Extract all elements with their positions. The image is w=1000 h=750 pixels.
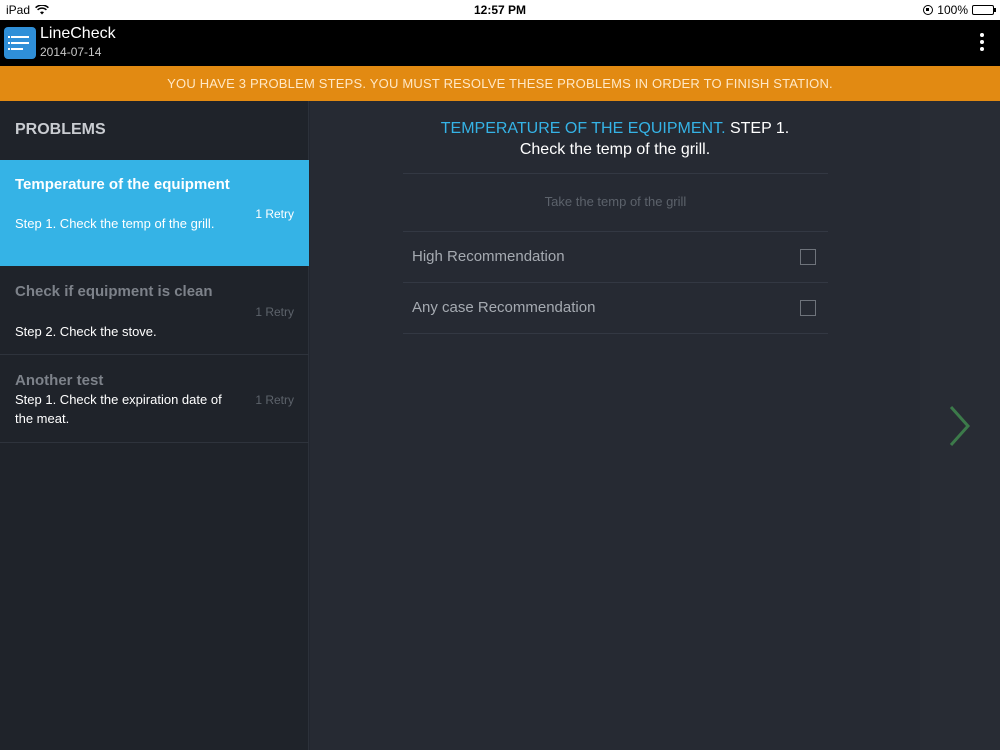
problem-subtitle: Step 1. Check the expiration date of the…	[15, 392, 222, 426]
retry-count: 1 Retry	[255, 207, 294, 221]
problems-heading: PROBLEMS	[15, 121, 106, 138]
checklist-icon	[4, 27, 36, 59]
option-label: Any case Recommendation	[412, 299, 596, 316]
step-category: TEMPERATURE OF THE EQUIPMENT.	[440, 120, 726, 137]
problem-item[interactable]: Check if equipment is clean Step 2. Chec…	[0, 266, 309, 355]
chevron-right-icon[interactable]	[948, 404, 972, 448]
problem-title: Check if equipment is clean	[15, 283, 213, 300]
navigation-rail	[920, 101, 1000, 750]
battery-percent: 100%	[937, 3, 968, 17]
problem-title: Another test	[15, 372, 104, 389]
retry-count: 1 Retry	[255, 305, 294, 319]
step-detail-panel: TEMPERATURE OF THE EQUIPMENT. STEP 1. Ch…	[310, 101, 920, 750]
rotation-lock-icon	[923, 5, 934, 15]
step-hint: Take the temp of the grill	[544, 194, 687, 209]
status-bar: iPad 12:57 PM 100%	[0, 0, 1000, 20]
option-any-case-recommendation[interactable]: Any case Recommendation	[403, 283, 828, 333]
problem-title: Temperature of the equipment	[15, 176, 230, 193]
battery-icon	[972, 5, 996, 15]
problem-item[interactable]: Temperature of the equipment Step 1. Che…	[0, 160, 309, 266]
problem-warning-banner: YOU HAVE 3 PROBLEM STEPS. YOU MUST RESOL…	[0, 66, 1000, 101]
step-number: STEP 1.	[725, 120, 790, 137]
divider	[403, 173, 828, 174]
divider	[403, 333, 828, 334]
problem-item[interactable]: Another test Step 1. Check the expiratio…	[0, 355, 309, 443]
app-header: LineCheck 2014-07-14	[0, 20, 1000, 66]
option-checkbox[interactable]	[800, 249, 816, 265]
step-header: TEMPERATURE OF THE EQUIPMENT. STEP 1. Ch…	[310, 118, 920, 160]
more-options-icon[interactable]	[978, 33, 986, 55]
problems-sidebar: PROBLEMS Temperature of the equipment St…	[0, 101, 309, 750]
status-time: 12:57 PM	[473, 3, 527, 17]
app-date: 2014-07-14	[40, 45, 102, 59]
option-high-recommendation[interactable]: High Recommendation	[403, 232, 828, 282]
step-description: Check the temp of the grill.	[519, 141, 711, 158]
problem-subtitle: Step 2. Check the stove.	[15, 324, 157, 339]
retry-count: 1 Retry	[255, 393, 294, 407]
option-checkbox[interactable]	[800, 300, 816, 316]
app-title: LineCheck	[40, 25, 116, 42]
problem-subtitle: Step 1. Check the temp of the grill.	[15, 216, 215, 231]
option-label: High Recommendation	[412, 248, 565, 265]
